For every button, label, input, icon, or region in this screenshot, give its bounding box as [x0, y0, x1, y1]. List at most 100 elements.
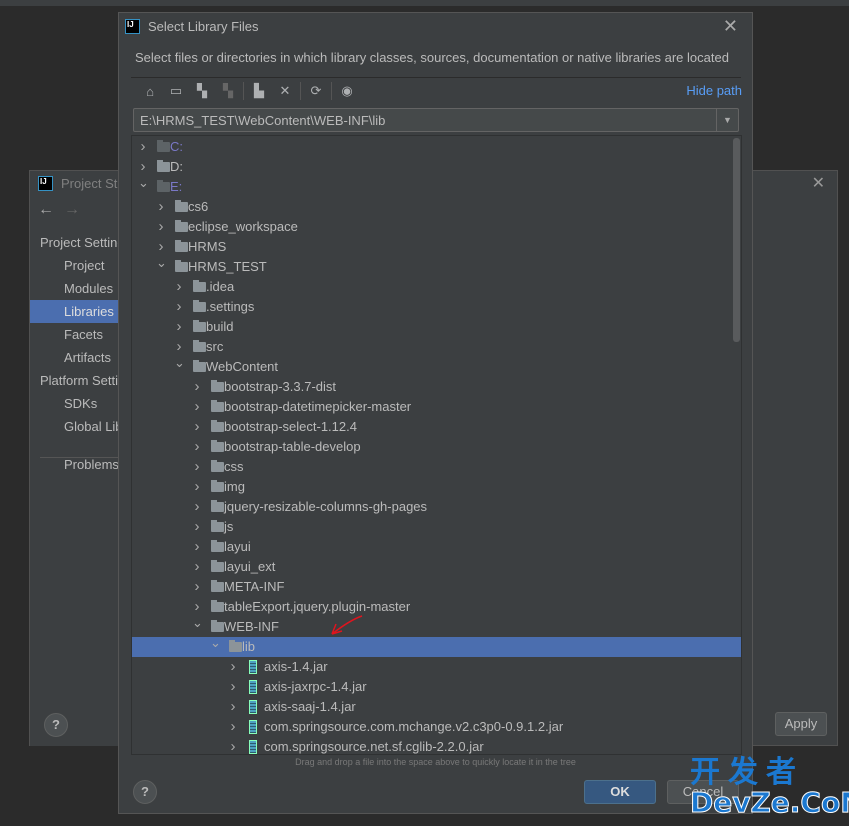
chevron-right-icon[interactable]: › — [174, 277, 184, 297]
refresh-icon[interactable]: ⟳ — [303, 83, 329, 99]
folder-icon — [211, 400, 224, 412]
dropdown-arrow-icon[interactable]: ▼ — [716, 109, 738, 131]
tree-row[interactable]: › img — [132, 477, 741, 497]
chevron-right-icon[interactable]: › — [192, 537, 202, 557]
chevron-right-icon[interactable]: › — [156, 197, 166, 217]
jar-file-icon — [249, 700, 257, 714]
chevron-down-icon[interactable]: ⌄ — [210, 633, 221, 653]
folder-icon — [229, 640, 242, 652]
chevron-right-icon[interactable]: › — [228, 697, 238, 717]
tree-row[interactable]: › .idea — [132, 277, 741, 297]
show-hidden-icon[interactable]: ◉ — [334, 83, 360, 99]
chevron-right-icon[interactable]: › — [228, 717, 238, 737]
tree-row[interactable]: › bootstrap-select-1.12.4 — [132, 417, 741, 437]
tree-row[interactable]: ⌄ WebContent — [132, 355, 741, 377]
tree-row[interactable]: › C: — [132, 137, 741, 157]
folder-icon — [211, 560, 224, 572]
folder-icon — [211, 420, 224, 432]
tree-row[interactable]: › HRMS — [132, 237, 741, 257]
chevron-right-icon[interactable]: › — [192, 417, 202, 437]
chevron-right-icon[interactable]: › — [192, 477, 202, 497]
tree-row[interactable]: › layui_ext — [132, 557, 741, 577]
sidebar-item-facets[interactable]: Facets — [30, 323, 119, 346]
chevron-right-icon[interactable]: › — [192, 517, 202, 537]
tree-row[interactable]: › tableExport.jquery.plugin-master — [132, 597, 741, 617]
back-arrow-icon[interactable]: ← — [38, 201, 54, 218]
chevron-right-icon[interactable]: › — [192, 497, 202, 517]
sidebar-item-artifacts[interactable]: Artifacts — [30, 346, 119, 369]
ok-button[interactable]: OK — [584, 780, 656, 804]
tree-row[interactable]: › bootstrap-table-develop — [132, 437, 741, 457]
chevron-right-icon[interactable]: › — [174, 317, 184, 337]
tree-row[interactable]: › bootstrap-datetimepicker-master — [132, 397, 741, 417]
tree-row[interactable]: › jquery-resizable-columns-gh-pages — [132, 497, 741, 517]
folder-icon — [175, 200, 188, 212]
file-tree[interactable]: › C: › D: ⌄ E: › cs6 › eclipse_workspace › HRMS ⌄ HRM… — [131, 135, 742, 755]
tree-row[interactable]: › build — [132, 317, 741, 337]
chevron-right-icon[interactable]: › — [192, 397, 202, 417]
chevron-down-icon[interactable]: ⌄ — [174, 353, 185, 373]
chevron-right-icon[interactable]: › — [192, 557, 202, 577]
tree-row[interactable]: › axis-1.4.jar — [132, 657, 741, 677]
sidebar-item-global-libraries[interactable]: Global Libraries — [30, 415, 119, 438]
chevron-right-icon[interactable]: › — [228, 657, 238, 677]
chevron-right-icon[interactable]: › — [174, 297, 184, 317]
folder-icon — [211, 500, 224, 512]
sidebar-item-problems[interactable]: Problems — [30, 453, 119, 476]
tree-row[interactable]: › bootstrap-3.3.7-dist — [132, 377, 741, 397]
new-folder-icon[interactable]: ▙ — [246, 83, 272, 99]
home-icon[interactable]: ⌂ — [137, 84, 163, 99]
hide-path-link[interactable]: Hide path — [686, 83, 742, 98]
tree-row[interactable]: › cs6 — [132, 197, 741, 217]
intellij-logo-icon: IJ — [38, 175, 53, 191]
tree-row[interactable]: › META-INF — [132, 577, 741, 597]
tree-row[interactable]: › axis-saaj-1.4.jar — [132, 697, 741, 717]
tree-row[interactable]: › D: — [132, 157, 741, 177]
desktop-icon[interactable]: ▭ — [163, 83, 189, 99]
sidebar-item-modules[interactable]: Modules — [30, 277, 119, 300]
chevron-down-icon[interactable]: ⌄ — [138, 173, 149, 193]
tree-row[interactable]: ⌄ WEB-INF — [132, 615, 741, 637]
tree-row[interactable]: › layui — [132, 537, 741, 557]
tree-row[interactable]: › eclipse_workspace — [132, 217, 741, 237]
sidebar-item-project[interactable]: Project — [30, 254, 119, 277]
sidebar-item-project-settings: Project Settings — [40, 235, 119, 250]
tree-row[interactable]: ⌄ lib — [132, 635, 741, 657]
tree-item-label: eclipse_workspace — [188, 219, 298, 234]
tree-row[interactable]: › axis-jaxrpc-1.4.jar — [132, 677, 741, 697]
chevron-right-icon[interactable]: › — [192, 377, 202, 397]
tree-row[interactable]: › src — [132, 337, 741, 357]
project-folder-icon[interactable]: ▚ — [189, 83, 215, 99]
sidebar-item-libraries[interactable]: Libraries — [30, 300, 119, 323]
close-icon[interactable]: ✕ — [723, 16, 738, 37]
jar-file-icon — [249, 720, 257, 734]
chevron-right-icon[interactable]: › — [192, 457, 202, 477]
chevron-right-icon[interactable]: › — [192, 577, 202, 597]
tree-row[interactable]: › com.springsource.net.sf.cglib-2.2.0.jar — [132, 737, 741, 754]
module-folder-icon[interactable]: ▚ — [215, 83, 241, 99]
help-button[interactable]: ? — [44, 713, 68, 737]
drive-icon — [157, 180, 170, 192]
delete-icon[interactable]: ✕ — [272, 83, 298, 99]
path-input[interactable]: E:\HRMS_TEST\WebContent\WEB-INF\lib ▼ — [133, 108, 739, 132]
top-strip — [0, 0, 849, 6]
tree-row[interactable]: ⌄ HRMS_TEST — [132, 255, 741, 277]
sidebar-item-sdks[interactable]: SDKs — [30, 392, 119, 415]
tree-row[interactable]: › css — [132, 457, 741, 477]
tree-row[interactable]: › com.springsource.com.mchange.v2.c3p0-0.… — [132, 717, 741, 737]
chevron-down-icon[interactable]: ⌄ — [156, 253, 167, 273]
chevron-right-icon[interactable]: › — [156, 217, 166, 237]
help-button[interactable]: ? — [133, 780, 157, 804]
chevron-down-icon[interactable]: ⌄ — [192, 613, 203, 633]
apply-button[interactable]: Apply — [775, 712, 827, 736]
tree-row[interactable]: › .settings — [132, 297, 741, 317]
tree-item-label: WEB-INF — [224, 619, 279, 634]
chevron-right-icon[interactable]: › — [138, 137, 148, 157]
chevron-right-icon[interactable]: › — [192, 437, 202, 457]
forward-arrow-icon[interactable]: → — [64, 201, 80, 218]
chevron-right-icon[interactable]: › — [228, 677, 238, 697]
close-icon[interactable]: ✕ — [812, 173, 825, 193]
chevron-right-icon[interactable]: › — [228, 737, 238, 754]
tree-row[interactable]: ⌄ E: — [132, 175, 741, 197]
tree-row[interactable]: › js — [132, 517, 741, 537]
